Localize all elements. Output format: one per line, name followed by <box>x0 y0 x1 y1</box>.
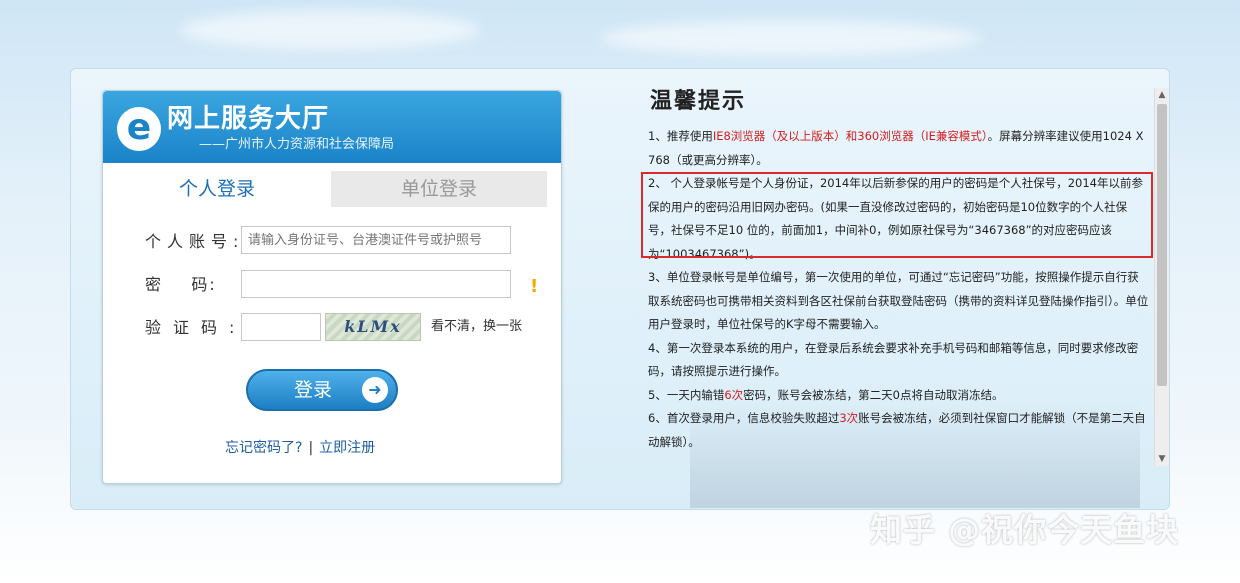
captcha-image[interactable]: kLMx <box>325 313 421 341</box>
password-input[interactable] <box>241 270 511 298</box>
notice-item-3: 3、单位登录帐号是单位编号，第一次使用的单位，可通过“忘记密码”功能，按照操作提… <box>648 270 1149 331</box>
account-links: 忘记密码了? | 立即注册 <box>225 439 375 457</box>
account-label: 个人账号: <box>145 232 245 251</box>
password-label: 密 码: <box>145 275 217 294</box>
notice-content: 1、推荐使用IE8浏览器（及以上版本）和360浏览器（IE兼容模式）。屏幕分辨率… <box>648 125 1150 463</box>
captcha-label: 验证码: <box>145 318 247 337</box>
notice-item-4: 4、第一次登录本系统的用户，在登录后系统会要求补充手机号码和邮箱等信息，同时要求… <box>648 340 1139 379</box>
captcha-input[interactable] <box>241 313 321 341</box>
notice-item-5-text: 5、一天内输错 <box>648 387 725 402</box>
watermark: 知乎 @祝你今天鱼块 <box>870 511 1180 549</box>
sky-cloud <box>600 20 980 56</box>
logo-subtitle: ——广州市人力资源和社会保障局 <box>199 137 395 152</box>
warning-icon: ! <box>530 276 539 297</box>
scroll-down-icon[interactable]: ▼ <box>1155 452 1169 466</box>
notice-item-1-text: 1、推荐使用 <box>648 129 713 143</box>
notice-item-5: 5、一天内输错6次密码，账号会被冻结，第二天0点将自动取消冻结。 <box>648 384 1150 408</box>
notice-item-6-text: 6、首次登录用户，信息校验失败超过 <box>648 411 840 425</box>
logo-title: 网上服务大厅 <box>167 104 330 134</box>
account-input[interactable] <box>241 226 511 254</box>
arrow-right-icon: ➜ <box>362 377 388 403</box>
login-card: e 网上服务大厅 ——广州市人力资源和社会保障局 个人登录 单位登录 个人账号:… <box>102 90 562 484</box>
link-separator: | <box>308 440 314 456</box>
e-logo-icon: e <box>117 107 161 151</box>
notice-item-5-rest: 密码，账号会被冻结，第二天0点将自动取消冻结。 <box>743 387 1004 402</box>
scroll-up-icon[interactable]: ▲ <box>1155 88 1169 102</box>
notice-item-2: 2、 个人登录帐号是个人身份证，2014年以后新参保的用户的密码是个人社保号，2… <box>648 176 1144 261</box>
login-button[interactable]: 登录 ➜ <box>246 369 398 411</box>
notice-item-6: 6、首次登录用户，信息校验失败超过3次账号会被冻结，必须到社保窗口才能解锁（不是… <box>648 407 1150 454</box>
notice-item-5-count: 6次 <box>724 387 744 402</box>
captcha-refresh-link[interactable]: 看不清，换一张 <box>431 319 522 335</box>
forgot-password-link[interactable]: 忘记密码了? <box>225 440 302 456</box>
scroll-thumb[interactable] <box>1157 104 1167 386</box>
notice-title: 温馨提示 <box>650 88 747 114</box>
tab-unit-login[interactable]: 单位登录 <box>331 171 547 207</box>
notice-item-1-browsers: IE8浏览器（及以上版本）和360浏览器（IE兼容模式） <box>712 129 988 143</box>
register-link[interactable]: 立即注册 <box>319 440 375 456</box>
sky-cloud <box>180 10 480 50</box>
card-header: e 网上服务大厅 ——广州市人力资源和社会保障局 <box>103 91 561 163</box>
notice-item-6-count: 3次 <box>839 411 859 425</box>
notice-item-1: 1、推荐使用IE8浏览器（及以上版本）和360浏览器（IE兼容模式）。屏幕分辨率… <box>648 125 1150 172</box>
notice-scrollbar[interactable]: ▲ ▼ <box>1154 88 1169 466</box>
login-button-label: 登录 <box>294 379 333 401</box>
tab-personal-login[interactable]: 个人登录 <box>103 171 331 207</box>
